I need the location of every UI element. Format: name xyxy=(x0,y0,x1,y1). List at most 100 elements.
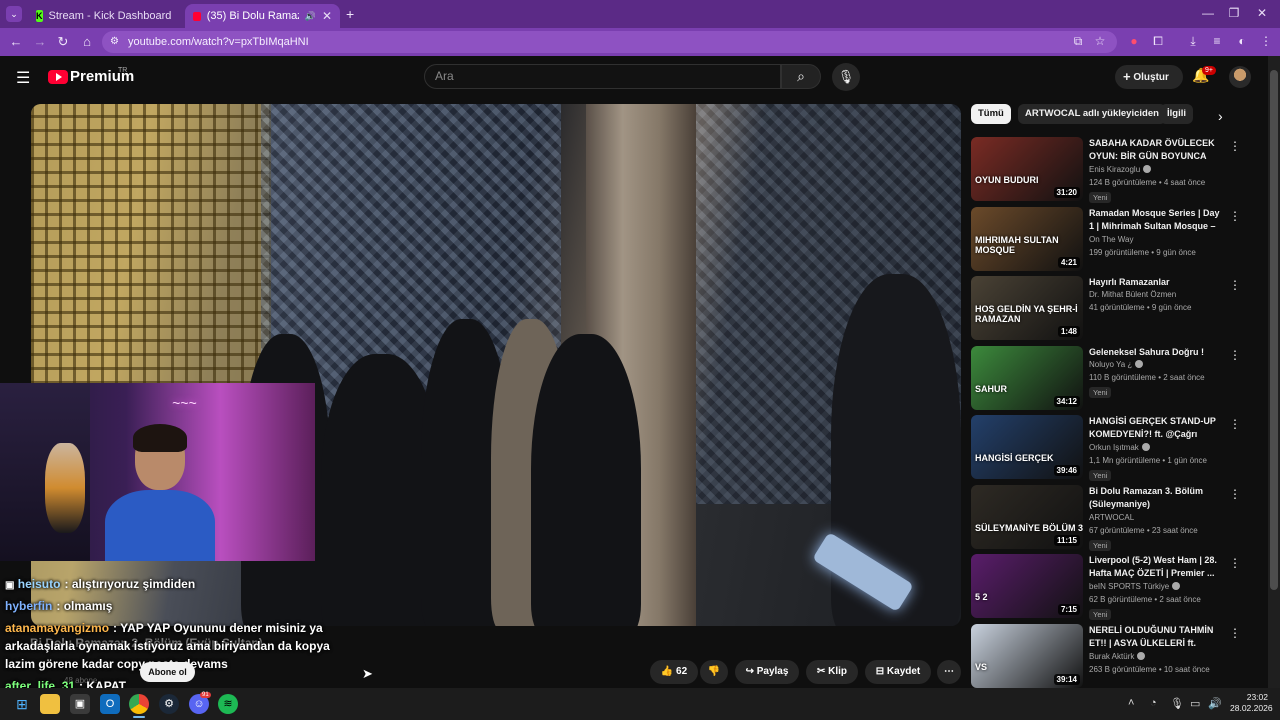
recommendation-channel[interactable]: Dr. Mithat Bülent Özmen xyxy=(1089,290,1176,299)
media-control-icon[interactable]: ≡ xyxy=(1209,34,1225,48)
share-button[interactable]: ↪ Paylaş xyxy=(735,660,799,684)
recommendation-item[interactable]: SAHUR 34:12 Geleneksel Sahura Doğru ! Noluy… xyxy=(971,346,1261,410)
new-tab-button[interactable]: + xyxy=(346,6,354,22)
back-icon[interactable]: ← xyxy=(8,34,24,49)
forward-icon[interactable]: → xyxy=(32,34,48,49)
more-options-icon[interactable]: ⋮ xyxy=(1229,626,1241,640)
tray-mic-icon[interactable]: 🎙 xyxy=(1170,697,1184,710)
recommendation-item[interactable]: MIHRIMAH SULTAN MOSQUE 4:21 Ramadan Mosque… xyxy=(971,207,1261,271)
recommendation-channel[interactable]: beIN SPORTS Türkiye xyxy=(1089,582,1181,591)
tray-chevron-up-icon[interactable]: ˄ xyxy=(1128,697,1134,709)
close-icon[interactable]: ✕ xyxy=(177,9,178,23)
recommendation-channel[interactable]: Orkun Işıtmak xyxy=(1089,443,1150,452)
save-button[interactable]: ⊟ Kaydet xyxy=(865,660,931,684)
recommendation-item[interactable]: SÜLEYMANİYE BÖLÜM 3 11:15 Bi Dolu Ramazan … xyxy=(971,485,1261,551)
clip-button[interactable]: ✂ Klip xyxy=(806,660,858,684)
recommendation-title[interactable]: Geleneksel Sahura Doğru ! xyxy=(1089,346,1221,359)
chat-separator: : xyxy=(64,577,69,591)
more-actions-button[interactable]: ⋯ xyxy=(937,660,961,684)
recommendation-channel[interactable]: Burak Aktürk xyxy=(1089,652,1146,661)
taskbar-clock[interactable]: 23:02 28.02.2026 xyxy=(1230,692,1273,714)
recommendation-channel[interactable]: Enis Kirazoglu xyxy=(1089,165,1152,174)
recommendation-meta: 1,1 Mn görüntüleme • 1 gün önce xyxy=(1089,456,1207,465)
more-options-icon[interactable]: ⋮ xyxy=(1229,209,1241,223)
speaker-icon[interactable]: 🔊 xyxy=(305,11,316,22)
recommendation-item[interactable]: 5 2 7:15 Liverpool (5-2) West Ham | 28. Ha… xyxy=(971,554,1261,620)
steam-icon[interactable]: ⚙ xyxy=(159,694,179,714)
more-options-icon[interactable]: ⋮ xyxy=(1229,487,1241,501)
recommendation-item[interactable]: OYUN BUDURI 31:20 SABAHA KADAR ÖVÜLECEK OY… xyxy=(971,137,1261,203)
search-icon[interactable]: ⌕ xyxy=(781,64,821,89)
chip-from-uploader[interactable]: ARTWOCAL adlı yükleyiciden xyxy=(1018,104,1166,124)
spotify-icon[interactable]: ≋ xyxy=(218,694,238,714)
home-icon[interactable]: ⌂ xyxy=(79,34,95,49)
site-info-icon[interactable]: ⚙ xyxy=(110,31,119,53)
more-options-icon[interactable]: ⋮ xyxy=(1229,139,1241,153)
extension-red-icon[interactable]: ● xyxy=(1126,34,1142,48)
tab-search-icon[interactable]: ⌄ xyxy=(6,6,22,22)
chrome-icon[interactable] xyxy=(129,694,149,714)
video-thumbnail[interactable]: VS 39:14 xyxy=(971,624,1083,688)
chevron-right-icon[interactable]: › xyxy=(1218,108,1223,124)
recommendation-item[interactable]: VS 39:14 NERELİ OLDUĞUNU TAHMİN ET!! | ASY… xyxy=(971,624,1261,688)
hamburger-menu-icon[interactable]: ☰ xyxy=(16,68,30,88)
outlook-icon[interactable]: O xyxy=(100,694,120,714)
restore-icon[interactable]: ❐ xyxy=(1224,6,1244,20)
youtube-logo-icon[interactable] xyxy=(48,70,68,84)
minimize-icon[interactable]: — xyxy=(1198,6,1218,20)
video-thumbnail[interactable]: MIHRIMAH SULTAN MOSQUE 4:21 xyxy=(971,207,1083,271)
subscribe-button[interactable]: Abone ol xyxy=(140,662,195,682)
more-options-icon[interactable]: ⋮ xyxy=(1229,348,1241,362)
profile-icon[interactable]: ◐ xyxy=(1234,34,1250,48)
chip-related[interactable]: İlgili xyxy=(1160,104,1193,124)
account-avatar[interactable] xyxy=(1229,66,1251,88)
recommendation-title[interactable]: Bi Dolu Ramazan 3. Bölüm (Süleymaniye) xyxy=(1089,485,1221,511)
recommendation-title[interactable]: HANGİSİ GERÇEK STAND-UP KOMEDYENİ?! ft. … xyxy=(1089,415,1221,442)
address-bar[interactable]: ⚙ youtube.com/watch?v=pxTbIMqaHNI xyxy=(102,31,1117,53)
install-app-icon[interactable]: ⧉ xyxy=(1070,34,1086,49)
like-button[interactable]: 👍 62 xyxy=(650,660,698,684)
video-thumbnail[interactable]: HANGİSİ GERÇEK 39:46 xyxy=(971,415,1083,479)
microphone-icon[interactable]: 🎙 xyxy=(832,63,860,91)
download-icon[interactable]: ⤓ xyxy=(1185,34,1201,49)
video-thumbnail[interactable]: SÜLEYMANİYE BÖLÜM 3 11:15 xyxy=(971,485,1083,549)
recommendation-title[interactable]: Liverpool (5-2) West Ham | 28. Hafta MAÇ… xyxy=(1089,554,1221,580)
close-icon[interactable]: ✕ xyxy=(322,9,332,23)
recommendation-item[interactable]: HOŞ GELDİN YA ŞEHR-İ RAMAZAN 1:48 Hayırlı … xyxy=(971,276,1261,340)
recommendation-channel[interactable]: Noluyo Ya ¿ xyxy=(1089,360,1144,369)
dislike-button[interactable]: 👎 xyxy=(700,660,728,684)
recommendation-title[interactable]: Hayırlı Ramazanlar xyxy=(1089,276,1221,289)
tab-youtube-video[interactable]: (35) Bi Dolu Ramazan 2.Bölü 🔊 ✕ xyxy=(185,4,340,28)
tray-display-icon[interactable]: ▭ xyxy=(1190,697,1200,710)
chip-all[interactable]: Tümü xyxy=(971,104,1011,124)
windows-start-icon[interactable]: ⊞ xyxy=(12,694,32,714)
menu-dots-icon[interactable]: ⋮ xyxy=(1258,34,1274,48)
scrollbar-thumb[interactable] xyxy=(1270,70,1278,590)
more-options-icon[interactable]: ⋮ xyxy=(1229,556,1241,570)
tray-sound-icon[interactable]: 🔊 xyxy=(1208,697,1222,710)
more-options-icon[interactable]: ⋮ xyxy=(1229,417,1241,431)
recommendation-channel[interactable]: ARTWOCAL xyxy=(1089,513,1134,522)
more-options-icon[interactable]: ⋮ xyxy=(1229,278,1241,292)
extensions-icon[interactable]: ⧠ xyxy=(1150,34,1166,49)
tab-kick-dashboard[interactable]: K Stream - Kick Dashboard ✕ xyxy=(28,4,178,28)
recommendation-title[interactable]: Ramadan Mosque Series | Day 1 | Mihrimah… xyxy=(1089,207,1221,234)
recommendation-item[interactable]: HANGİSİ GERÇEK 39:46 HANGİSİ GERÇEK STAND-… xyxy=(971,415,1261,481)
recommendation-channel[interactable]: On The Way xyxy=(1089,235,1133,244)
recommendation-title[interactable]: SABAHA KADAR ÖVÜLECEK OYUN: BİR GÜN BOYU… xyxy=(1089,137,1221,164)
search-input[interactable]: Ara xyxy=(424,64,781,89)
reload-icon[interactable]: ↻ xyxy=(55,34,71,50)
file-explorer-icon[interactable] xyxy=(40,694,60,714)
bookmark-star-icon[interactable]: ☆ xyxy=(1092,34,1108,48)
store-icon[interactable]: ▣ xyxy=(70,694,90,714)
create-button[interactable]: + Oluştur xyxy=(1115,65,1183,89)
video-thumbnail[interactable]: 5 2 7:15 xyxy=(971,554,1083,618)
video-thumbnail[interactable]: HOŞ GELDİN YA ŞEHR-İ RAMAZAN 1:48 xyxy=(971,276,1083,340)
video-thumbnail[interactable]: OYUN BUDURI 31:20 xyxy=(971,137,1083,201)
new-badge: Yeni xyxy=(1089,192,1112,203)
close-window-icon[interactable]: ✕ xyxy=(1252,6,1272,20)
tray-app-icon[interactable]: ◔ xyxy=(1150,697,1157,709)
video-thumbnail[interactable]: SAHUR 34:12 xyxy=(971,346,1083,410)
recommendation-title[interactable]: NERELİ OLDUĞUNU TAHMİN ET!! | ASYA ÜLKEL… xyxy=(1089,624,1221,651)
streamer-body xyxy=(105,490,215,561)
